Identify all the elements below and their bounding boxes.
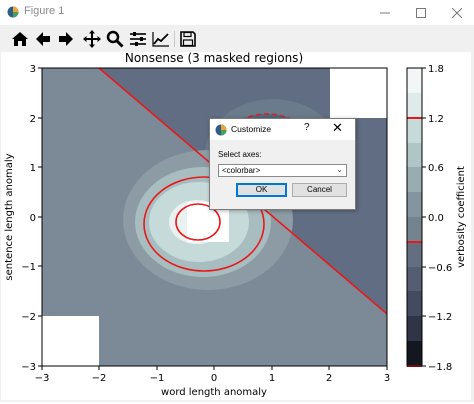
- window-title: Figure 1: [24, 5, 65, 17]
- colorbar-tick-label: 1.2: [428, 114, 444, 125]
- arrow-right-icon: [59, 32, 73, 46]
- y-tick-label: 0: [30, 213, 36, 224]
- x-tick-label: −1: [150, 373, 165, 384]
- x-tick-label: 0: [211, 373, 217, 384]
- x-tick-label: −2: [92, 373, 107, 384]
- subplots-button[interactable]: [128, 29, 148, 49]
- chart-title: Nonsense (3 masked regions): [125, 52, 303, 65]
- help-button[interactable]: ?: [304, 122, 310, 133]
- select-axes-label: Select axes:: [218, 150, 262, 159]
- figure-canvas[interactable]: Nonsense (3 masked regions) −3 −2 −1 0 1…: [1, 51, 471, 400]
- maximize-icon: [416, 7, 426, 18]
- y-tick-label: −1: [21, 262, 36, 273]
- figure-window: Figure 1 Nonsense (3 masked regions) −3 …: [0, 0, 474, 402]
- x-tick-label: 1: [269, 373, 275, 384]
- figure-svg: Nonsense (3 masked regions) −3 −2 −1 0 1…: [4, 51, 467, 398]
- colorbar-label: verbosity coefficient: [456, 166, 467, 268]
- line-chart-icon: [152, 32, 169, 47]
- y-tick-label: −2: [21, 312, 36, 323]
- y-tick-label: 3: [30, 64, 36, 75]
- home-button[interactable]: [10, 29, 30, 49]
- y-tick-label: 2: [30, 114, 36, 125]
- axes-select[interactable]: <colorbar> ⌄: [218, 164, 347, 177]
- colorbar-tick-label: −1.8: [428, 362, 452, 373]
- save-button[interactable]: [178, 29, 198, 49]
- colorbar: [406, 67, 426, 367]
- y-ticks: [38, 67, 42, 367]
- zoom-button[interactable]: [105, 29, 125, 49]
- dialog-close-button[interactable]: ✕: [332, 120, 343, 136]
- chevron-down-icon: ⌄: [336, 165, 343, 174]
- arrow-left-icon: [36, 32, 50, 46]
- close-icon: [452, 7, 462, 18]
- masked-region-upper-right: [330, 68, 387, 118]
- x-tick-label: −3: [35, 373, 50, 384]
- maximize-button[interactable]: [406, 0, 436, 25]
- minimize-button[interactable]: [370, 0, 400, 25]
- ok-button[interactable]: OK: [236, 183, 287, 197]
- y-tick-label: −3: [21, 362, 36, 373]
- back-button[interactable]: [33, 29, 53, 49]
- app-icon: [215, 124, 227, 136]
- dialog-title: Customize: [231, 124, 272, 134]
- minimize-icon: [380, 12, 390, 13]
- dialog-title-bar: Customize ? ✕: [210, 119, 355, 140]
- x-ticks: [41, 366, 388, 370]
- sliders-icon: [130, 32, 146, 46]
- colorbar-tick-label: −0.6: [428, 263, 452, 274]
- home-icon: [12, 32, 28, 46]
- customize-button[interactable]: [151, 29, 171, 49]
- x-tick-label: 2: [326, 373, 332, 384]
- colorbar-tick-label: −1.2: [428, 312, 452, 323]
- move-icon: [83, 30, 101, 48]
- navigation-toolbar: [0, 26, 474, 51]
- y-tick-label: 1: [30, 163, 36, 174]
- contour-plot: [42, 68, 387, 366]
- magnifier-icon: [106, 30, 124, 48]
- cancel-button[interactable]: Cancel: [292, 183, 347, 197]
- toolbar-separator: [174, 31, 175, 47]
- colorbar-tick-label: 0.0: [428, 213, 444, 224]
- colorbar-tick-label: 1.8: [428, 64, 444, 75]
- pan-button[interactable]: [82, 29, 102, 49]
- y-axis-label: sentence length anomaly: [4, 153, 15, 280]
- masked-region-lower-left: [42, 316, 99, 366]
- x-tick-label: 3: [384, 373, 390, 384]
- customize-dialog: Customize ? ✕ Select axes: <colorbar> ⌄ …: [209, 118, 356, 210]
- x-axis-label: word length anomaly: [161, 387, 267, 398]
- close-window-button[interactable]: [442, 0, 472, 25]
- forward-button[interactable]: [56, 29, 76, 49]
- app-icon: [7, 6, 19, 18]
- axes-select-value: <colorbar>: [222, 166, 261, 175]
- title-bar: Figure 1: [0, 0, 474, 25]
- colorbar-tick-label: 0.6: [428, 163, 444, 174]
- floppy-disk-icon: [180, 31, 196, 47]
